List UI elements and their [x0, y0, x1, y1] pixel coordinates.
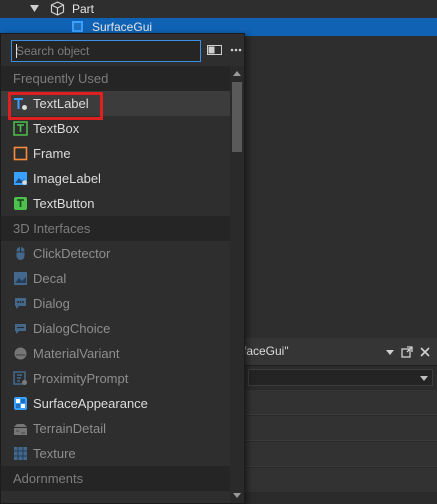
- close-icon[interactable]: [418, 345, 432, 359]
- frame-icon: [13, 146, 28, 161]
- item-label: TextBox: [33, 121, 80, 136]
- item-label: TextLabel: [33, 96, 89, 111]
- dialogchoice-icon: [15, 324, 26, 334]
- list-item-imagelabel[interactable]: ImageLabel: [1, 166, 230, 191]
- list-item-texture[interactable]: Texture: [1, 441, 230, 466]
- surfacegui-icon: [72, 21, 83, 32]
- section-3d-interfaces: 3D Interfaces: [1, 216, 230, 241]
- item-label: Texture: [33, 446, 76, 461]
- item-label: TerrainDetail: [33, 421, 106, 436]
- properties-filter-input[interactable]: [248, 369, 433, 386]
- item-label: Dialog: [33, 296, 70, 311]
- part-icon: [50, 1, 65, 16]
- list-item-surfaceappearance[interactable]: SurfaceAppearance: [1, 391, 230, 416]
- terraindetail-icon: [14, 424, 27, 435]
- insert-object-popup: Frequently Used TextLabel TextBox Frame …: [0, 33, 245, 504]
- item-label: TextButton: [33, 196, 95, 211]
- section-label: 3D Interfaces: [13, 221, 91, 236]
- list-item-dialogchoice[interactable]: DialogChoice: [1, 316, 230, 341]
- textbox-icon: [13, 121, 28, 136]
- explorer-row-part[interactable]: Part: [0, 0, 437, 18]
- list-item-clickdetector[interactable]: ClickDetector: [1, 241, 230, 266]
- section-adornments: Adornments: [1, 466, 230, 491]
- section-label: Frequently Used: [13, 71, 109, 86]
- item-label: ImageLabel: [33, 171, 101, 186]
- object-list: Frequently Used TextLabel TextBox Frame …: [1, 66, 230, 503]
- property-row[interactable]: [245, 468, 437, 492]
- property-row[interactable]: [245, 416, 437, 440]
- search-input[interactable]: [16, 43, 196, 59]
- list-item-decal[interactable]: Decal: [1, 266, 230, 291]
- properties-title: rfaceGui": [239, 344, 289, 358]
- expand-caret-icon[interactable]: [30, 4, 39, 13]
- item-label: MaterialVariant: [33, 346, 120, 361]
- item-label: Frame: [33, 146, 71, 161]
- textlabel-icon: [14, 98, 27, 110]
- scroll-down-icon[interactable]: [233, 493, 241, 498]
- explorer-surfacegui-label: SurfaceGui: [92, 20, 153, 34]
- item-label: SurfaceAppearance: [33, 396, 148, 411]
- undock-icon[interactable]: [400, 345, 414, 359]
- item-label: Decal: [33, 271, 67, 286]
- list-item-frame[interactable]: Frame: [1, 141, 230, 166]
- scroll-thumb[interactable]: [232, 82, 242, 152]
- section-frequently-used: Frequently Used: [1, 66, 230, 91]
- texture-icon: [14, 447, 27, 460]
- explorer-part-label: Part: [72, 2, 95, 16]
- section-label: Adornments: [13, 471, 84, 486]
- list-item-textbox[interactable]: TextBox: [1, 116, 230, 141]
- item-label: ClickDetector: [33, 246, 111, 261]
- list-item-materialvariant[interactable]: MaterialVariant: [1, 341, 230, 366]
- list-item-proximityprompt[interactable]: ProximityPrompt: [1, 366, 230, 391]
- property-row[interactable]: [245, 390, 437, 414]
- scroll-up-icon[interactable]: [233, 71, 241, 76]
- search-box[interactable]: [11, 40, 201, 62]
- dialog-icon: [15, 298, 26, 309]
- proximityprompt-icon: [13, 371, 27, 385]
- surfaceappearance-icon: [14, 397, 27, 410]
- list-item-textbutton[interactable]: TextButton: [1, 191, 230, 216]
- decal-icon: [14, 272, 27, 285]
- materialvariant-icon: [14, 347, 27, 360]
- toggle-view-icon[interactable]: [207, 44, 222, 56]
- scrollbar[interactable]: [230, 66, 244, 503]
- list-item-dialog[interactable]: Dialog: [1, 291, 230, 316]
- dropdown-icon[interactable]: [383, 345, 397, 359]
- filter-dropdown-icon[interactable]: [420, 374, 428, 382]
- property-row[interactable]: [245, 442, 437, 466]
- list-item-textlabel[interactable]: TextLabel: [1, 91, 230, 116]
- textbutton-icon: [14, 197, 27, 210]
- list-item-terraindetail[interactable]: TerrainDetail: [1, 416, 230, 441]
- text-caret: [16, 44, 17, 58]
- item-label: DialogChoice: [33, 321, 111, 336]
- more-options-icon[interactable]: [229, 43, 243, 57]
- imagelabel-icon: [14, 172, 27, 185]
- item-label: ProximityPrompt: [33, 371, 129, 386]
- clickdetector-icon: [16, 247, 25, 260]
